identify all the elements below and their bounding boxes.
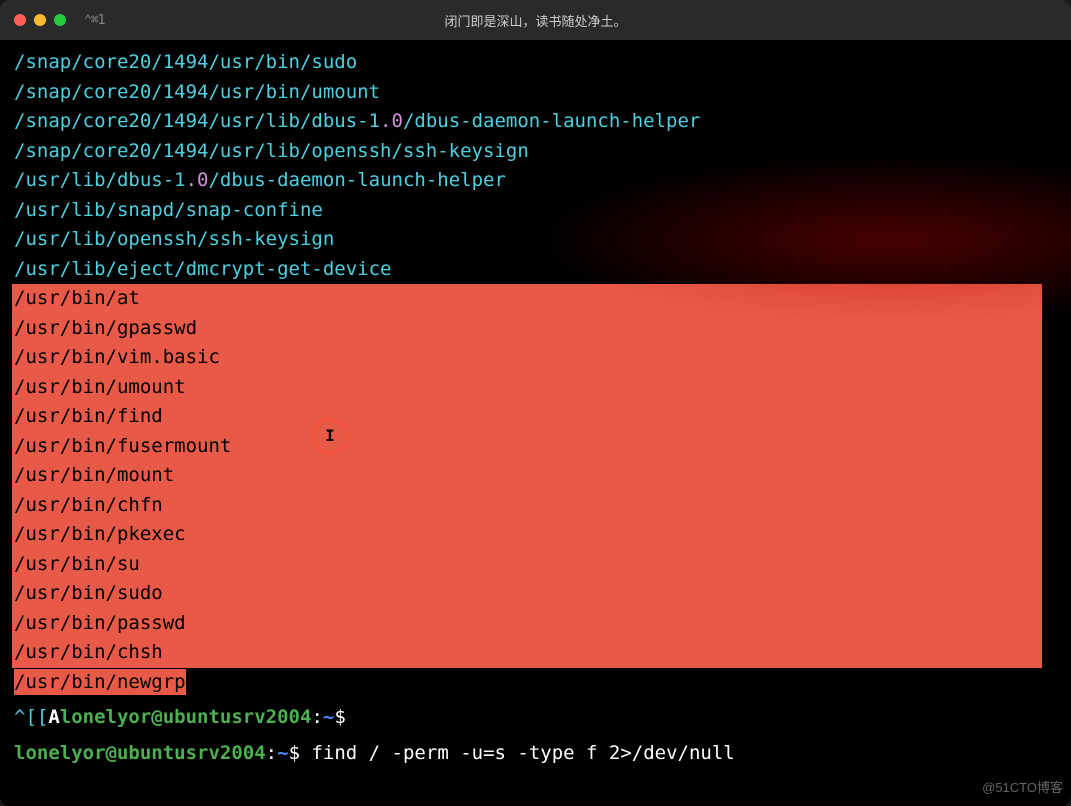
watermark-label: @51CTO博客 [982,777,1063,796]
cwd-path: ~ [323,706,334,728]
output-line: /usr/lib/dbus-1.0/dbus-daemon-launch-hel… [14,166,1057,196]
output-line: /usr/bin/chsh [14,638,1042,668]
output-line: /snap/core20/1494/usr/lib/openssh/ssh-ke… [14,137,1057,167]
prompt-line: lonelyor@ubuntusrv2004:~$ find / -perm -… [14,739,1057,769]
terminal-window: ⌃⌘1 闭门即是深山，读书随处净土。 /snap/core20/1494/usr… [0,0,1071,806]
terminal-body[interactable]: /snap/core20/1494/usr/bin/sudo /snap/cor… [0,40,1071,806]
output-line: /usr/bin/passwd [14,609,1042,639]
output-line: /snap/core20/1494/usr/lib/dbus-1.0/dbus-… [14,107,1057,137]
window-title: 闭门即是深山，读书随处净土。 [444,11,626,30]
output-line: /usr/bin/su [14,550,1042,580]
output-line: /snap/core20/1494/usr/bin/sudo [14,48,1057,78]
output-line: /usr/bin/fusermount [14,432,1042,462]
output-line: /usr/bin/gpasswd [14,314,1042,344]
prompt-line: ^[[Alonelyor@ubuntusrv2004:~$ [14,703,1057,733]
output-line: /usr/bin/umount [14,373,1042,403]
output-line: /usr/bin/vim.basic [14,343,1042,373]
output-line: /usr/bin/sudo [14,579,1042,609]
traffic-lights [14,14,66,26]
output-line: /usr/bin/mount [14,461,1042,491]
output-line: /usr/lib/snapd/snap-confine [14,196,1057,226]
output-line: /usr/lib/openssh/ssh-keysign [14,225,1057,255]
output-line: /usr/bin/newgrp [14,668,1057,698]
minimize-button[interactable] [34,14,46,26]
output-line: /usr/bin/chfn [14,491,1042,521]
output-line: /usr/bin/find [14,402,1042,432]
cwd-path: ~ [277,742,288,764]
escape-sequence: ^[[ [14,706,48,728]
selection-block: /usr/bin/at /usr/bin/gpasswd /usr/bin/vi… [12,284,1042,668]
output-line: /snap/core20/1494/usr/bin/umount [14,78,1057,108]
output-line: /usr/bin/at [14,284,1042,314]
output-line: /usr/bin/pkexec [14,520,1042,550]
title-bar: ⌃⌘1 闭门即是深山，读书随处净土。 [0,0,1071,40]
tab-shortcut-label: ⌃⌘1 [84,13,104,28]
output-line: /usr/lib/eject/dmcrypt-get-device [14,255,1057,285]
maximize-button[interactable] [54,14,66,26]
close-button[interactable] [14,14,26,26]
user-host: lonelyor@ubuntusrv2004 [14,742,266,764]
user-host: lonelyor@ubuntusrv2004 [60,706,312,728]
command-input[interactable]: find / -perm -u=s -type f 2>/dev/null [311,742,734,764]
